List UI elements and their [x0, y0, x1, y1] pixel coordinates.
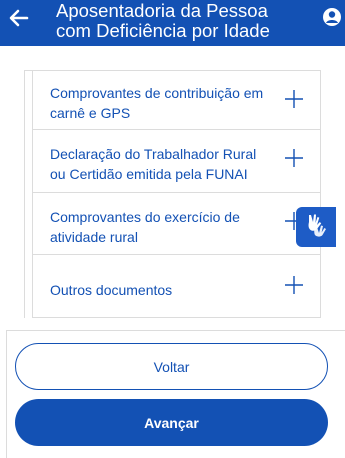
page-title-line1: Aposentadoria da Pessoa	[56, 0, 268, 21]
page-title: Aposentadoria da Pessoa com Deficiência …	[56, 1, 296, 41]
section-border	[6, 330, 7, 458]
section-divider	[6, 330, 345, 331]
document-label-line2: carnê e GPS	[50, 105, 131, 121]
document-label: Declaração do Trabalhador Rural ou Certi…	[50, 144, 282, 184]
document-label: Comprovantes do exercício de atividade r…	[50, 207, 282, 247]
page-title-line2: com Deficiência por Idade	[56, 20, 270, 41]
document-item-atividade-rural[interactable]: Comprovantes do exercício de atividade r…	[33, 193, 320, 255]
document-label-line1: Comprovantes do exercício de	[50, 209, 240, 225]
documents-panel: Comprovantes de contribuição em carnê e …	[24, 70, 321, 318]
document-item-trabalhador-rural[interactable]: Declaração do Trabalhador Rural ou Certi…	[33, 130, 320, 193]
document-item-outros[interactable]: Outros documentos	[33, 255, 320, 318]
plus-icon[interactable]	[284, 148, 304, 168]
plus-icon[interactable]	[284, 275, 304, 295]
document-label: Comprovantes de contribuição em carnê e …	[50, 83, 282, 123]
app-header: Aposentadoria da Pessoa com Deficiência …	[0, 0, 345, 46]
plus-icon[interactable]	[284, 89, 304, 109]
accessibility-button[interactable]	[296, 207, 336, 247]
document-item-contribuicao[interactable]: Comprovantes de contribuição em carnê e …	[33, 71, 320, 130]
back-nav-button[interactable]: Voltar	[15, 343, 328, 390]
user-profile-button[interactable]	[321, 7, 343, 32]
document-label: Outros documentos	[50, 280, 282, 300]
document-label-line2: ou Certidão emitida pela FUNAI	[50, 166, 248, 182]
sign-language-hands-icon	[302, 211, 330, 244]
document-label-line1: Outros documentos	[50, 282, 173, 298]
arrow-left-icon	[9, 9, 29, 32]
back-button[interactable]	[4, 0, 34, 40]
document-label-line2: atividade rural	[50, 229, 138, 245]
document-label-line1: Declaração do Trabalhador Rural	[50, 146, 257, 162]
next-button[interactable]: Avançar	[15, 399, 328, 446]
documents-list: Comprovantes de contribuição em carnê e …	[32, 71, 321, 318]
user-circle-icon	[322, 7, 342, 32]
document-label-line1: Comprovantes de contribuição em	[50, 85, 264, 101]
